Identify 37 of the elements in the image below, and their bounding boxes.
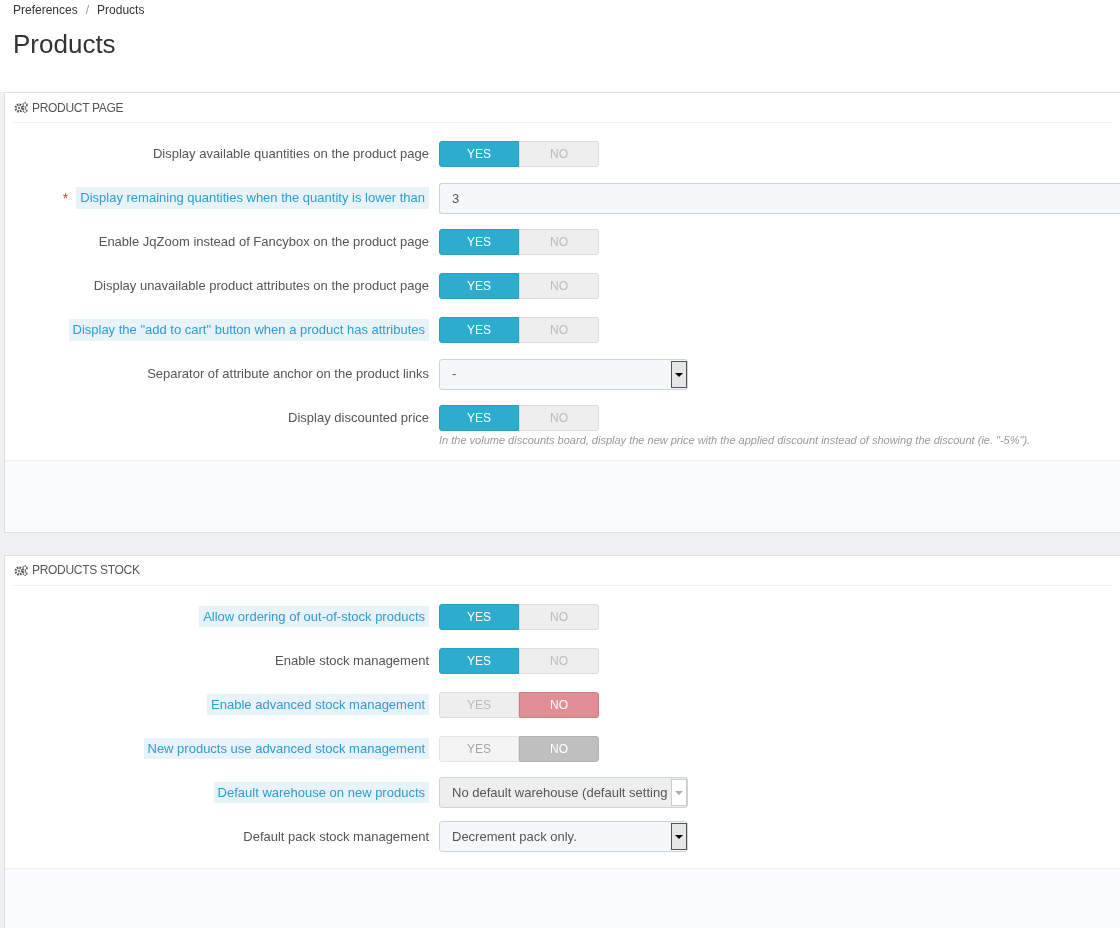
field-label: Display remaining quantities when the quantity is lower than: [76, 187, 429, 209]
required-mark: *: [62, 188, 69, 208]
toggle-option[interactable]: YES: [439, 317, 519, 343]
panel-heading: PRODUCTS STOCK: [32, 562, 140, 579]
toggle-option[interactable]: YES: [439, 405, 519, 431]
field-label: Enable stock management: [275, 651, 429, 670]
field-label: Display discounted price: [288, 409, 429, 428]
field-label: Display unavailable product attributes on the product page: [93, 277, 429, 296]
caret-icon: [671, 823, 687, 850]
page-title: Products: [13, 28, 117, 61]
breadcrumb-link[interactable]: Products: [97, 1, 145, 19]
toggle-option[interactable]: YES: [439, 273, 519, 299]
select-field[interactable]: -: [439, 358, 688, 390]
field-label: New products use advanced stock management: [143, 737, 429, 760]
breadcrumb-link[interactable]: Preferences: [13, 1, 78, 19]
breadcrumb-separator: /: [85, 2, 90, 19]
field-label: Default pack stock management: [243, 827, 429, 846]
toggle-option[interactable]: NO: [519, 691, 599, 718]
field-label: Display the "add to cart" button when a product has attributes: [68, 319, 429, 341]
select-field[interactable]: Decrement pack only.: [439, 821, 688, 852]
caret-icon: [671, 779, 687, 806]
gears-icon: [14, 564, 28, 576]
help-text: In the volume discounts board, display the new price with the applied discount instead of showing the discount (ie. "-5%").: [439, 433, 1032, 448]
panel-heading: PRODUCT PAGE: [32, 99, 124, 117]
input-field[interactable]: 3: [439, 182, 1120, 214]
field-label: Default warehouse on new products: [213, 781, 429, 804]
field-label: Enable JqZoom instead of Fancybox on the product page: [98, 233, 429, 252]
toggle-option[interactable]: YES: [439, 603, 519, 630]
field-label: Display available quantities on the product page: [152, 145, 429, 164]
field-label: Allow ordering of out-of-stock products: [199, 605, 429, 628]
caret-icon: [671, 360, 687, 388]
field-label: Enable advanced stock management: [207, 693, 429, 716]
toggle-option[interactable]: YES: [439, 141, 519, 167]
toggle-option[interactable]: YES: [439, 647, 519, 674]
toggle-option[interactable]: YES: [439, 229, 519, 255]
gears-icon: [14, 102, 28, 113]
field-label: Separator of attribute anchor on the product links: [147, 365, 429, 384]
